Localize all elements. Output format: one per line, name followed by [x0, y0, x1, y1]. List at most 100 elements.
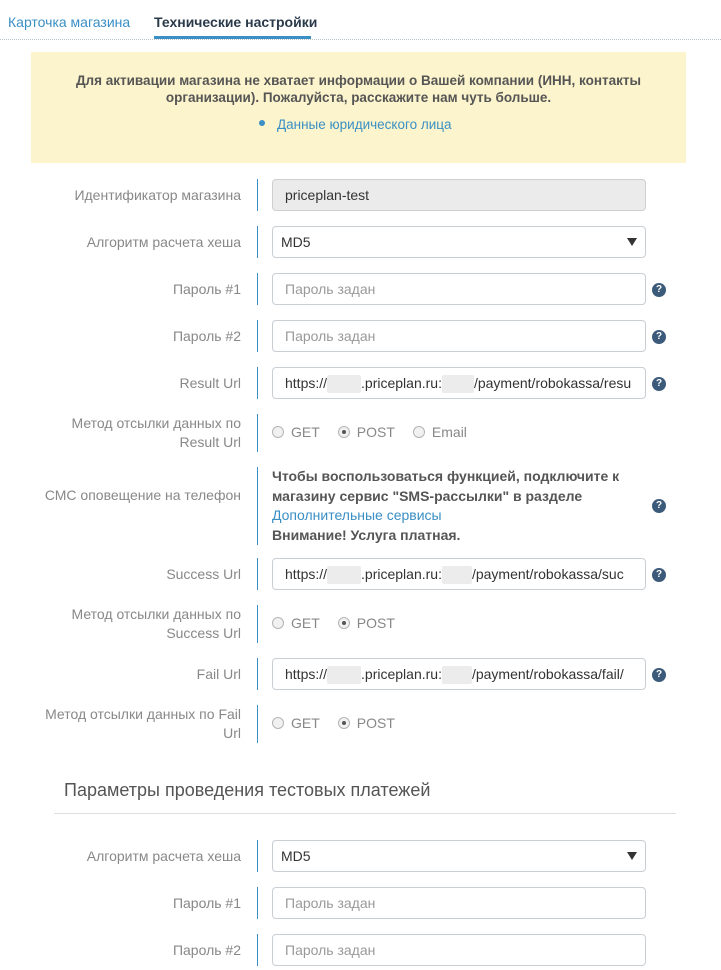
- row-divider: [257, 320, 258, 352]
- url-prefix: https://: [285, 375, 328, 391]
- redacted-block: [327, 375, 362, 394]
- test-hash-algo-label: Алгоритм расчета хеша: [86, 848, 241, 864]
- row-divider: [257, 934, 258, 966]
- hash-algo-value: MD5: [281, 234, 311, 250]
- url-domain: .priceplan.ru:: [361, 666, 442, 682]
- test-password2-label: Пароль #2: [172, 942, 241, 958]
- row-divider: [257, 414, 258, 452]
- legal-entity-link[interactable]: Данные юридического лица: [277, 117, 452, 132]
- question-circle-icon[interactable]: ?: [652, 377, 666, 391]
- radio-icon: [272, 717, 284, 729]
- success-url-input[interactable]: https:// .priceplan.ru: /payment/robokassa…: [272, 558, 646, 590]
- tab-bar: Карточка магазина Технические настройки: [0, 0, 721, 40]
- fail-method-get[interactable]: GET: [272, 715, 320, 731]
- success-method-get[interactable]: GET: [272, 615, 320, 631]
- row-divider: [257, 840, 258, 872]
- redacted-block: [441, 566, 472, 585]
- fail-method-row: Метод отсылки данных по Fail Url GET POS…: [0, 705, 721, 743]
- activation-alert: Для активации магазина не хватает информ…: [31, 52, 686, 163]
- question-circle-icon[interactable]: ?: [652, 330, 666, 344]
- hash-algo-row: Алгоритм расчета хеша MD5: [0, 226, 721, 258]
- row-divider: [257, 273, 258, 305]
- password2-input[interactable]: Пароль задан: [272, 320, 646, 352]
- test-password2-row: Пароль #2 Пароль задан: [0, 934, 721, 966]
- active-tab-indicator: [154, 36, 311, 39]
- result-url-input[interactable]: https:// .priceplan.ru: /payment/robokassa…: [272, 367, 646, 399]
- hash-algo-select[interactable]: MD5: [272, 226, 646, 258]
- bullet-icon: [259, 120, 265, 126]
- test-password1-row: Пароль #1 Пароль задан: [0, 887, 721, 919]
- success-method-label: Метод отсылки данных по Success Url: [71, 606, 241, 641]
- test-password1-label: Пароль #1: [172, 895, 241, 911]
- redacted-block: [327, 566, 362, 585]
- result-method-email[interactable]: Email: [412, 424, 467, 440]
- row-divider: [257, 658, 258, 690]
- shop-id-row: Идентификатор магазина priceplan-test: [0, 179, 721, 211]
- test-password1-input[interactable]: Пароль задан: [272, 887, 646, 919]
- result-method-radio-group: GET POST Email: [272, 424, 467, 440]
- success-url-label: Success Url: [166, 566, 241, 582]
- row-divider: [257, 705, 258, 743]
- tab-shop-card[interactable]: Карточка магазина: [8, 14, 130, 30]
- caret-down-icon: [627, 852, 637, 860]
- row-divider: [257, 226, 258, 258]
- sms-info-text: Чтобы воспользоваться функцией, подключи…: [272, 468, 620, 543]
- fail-url-input[interactable]: https:// .priceplan.ru: /payment/robokassa…: [272, 658, 646, 690]
- question-circle-icon[interactable]: ?: [652, 668, 666, 682]
- question-circle-icon[interactable]: ?: [652, 499, 666, 513]
- url-path: /payment/robokassa/suc: [471, 566, 624, 582]
- fail-url-row: Fail Url https:// .priceplan.ru: /payment/…: [0, 658, 721, 690]
- shop-id-label: Идентификатор магазина: [74, 187, 241, 203]
- row-divider: [257, 605, 258, 643]
- fail-method-radio-group: GET POST: [272, 715, 395, 731]
- redacted-block: [327, 666, 362, 685]
- redacted-block: [441, 375, 474, 394]
- caret-down-icon: [627, 238, 637, 246]
- test-payments-section-title: Параметры проведения тестовых платежей: [64, 780, 431, 800]
- hash-algo-label: Алгоритм расчета хеша: [86, 234, 241, 250]
- section-divider: [54, 813, 676, 814]
- success-url-row: Success Url https:// .priceplan.ru: /payme…: [0, 558, 721, 590]
- additional-services-link[interactable]: Дополнительные сервисы: [272, 507, 442, 523]
- url-prefix: https://: [285, 666, 328, 682]
- url-domain: .priceplan.ru:: [361, 375, 442, 391]
- url-path: /payment/robokassa/fail/: [471, 666, 624, 682]
- success-method-row: Метод отсылки данных по Success Url GET …: [0, 605, 721, 643]
- test-password2-input[interactable]: Пароль задан: [272, 934, 646, 966]
- test-hash-algo-value: MD5: [281, 848, 311, 864]
- result-method-post[interactable]: POST: [337, 424, 395, 440]
- result-method-get[interactable]: GET: [272, 424, 320, 440]
- radio-selected-icon: [337, 717, 350, 729]
- password1-input[interactable]: Пароль задан: [272, 273, 646, 305]
- test-hash-algo-row: Алгоритм расчета хеша MD5: [0, 840, 721, 872]
- fail-method-post[interactable]: POST: [337, 715, 395, 731]
- success-method-post[interactable]: POST: [337, 615, 395, 631]
- row-divider: [257, 179, 258, 211]
- radio-selected-icon: [337, 426, 350, 438]
- row-divider: [257, 467, 258, 545]
- password1-label: Пароль #1: [172, 281, 241, 297]
- sms-label: СМС оповещение на телефон: [44, 487, 241, 503]
- question-circle-icon[interactable]: ?: [652, 568, 666, 582]
- fail-method-label: Метод отсылки данных по Fail Url: [45, 706, 241, 741]
- url-path: /payment/robokassa/resu: [473, 375, 632, 391]
- password2-label: Пароль #2: [172, 328, 241, 344]
- fail-url-label: Fail Url: [196, 666, 241, 682]
- test-hash-algo-select[interactable]: MD5: [272, 840, 646, 872]
- result-method-label: Метод отсылки данных по Result Url: [71, 415, 241, 450]
- radio-icon: [272, 617, 284, 629]
- url-prefix: https://: [285, 566, 328, 582]
- redacted-block: [441, 666, 472, 685]
- radio-icon: [412, 426, 425, 438]
- shop-id-input[interactable]: priceplan-test: [272, 179, 646, 211]
- row-divider: [257, 558, 258, 590]
- alert-text: Для активации магазина не хватает информ…: [75, 73, 642, 105]
- question-circle-icon[interactable]: ?: [652, 283, 666, 297]
- password2-row: Пароль #2 Пароль задан ?: [0, 320, 721, 352]
- result-url-label: Result Url: [179, 375, 241, 391]
- tab-technical-settings[interactable]: Технические настройки: [154, 14, 317, 30]
- success-method-radio-group: GET POST: [272, 615, 395, 631]
- row-divider: [257, 887, 258, 919]
- password1-row: Пароль #1 Пароль задан ?: [0, 273, 721, 305]
- radio-icon: [272, 426, 284, 438]
